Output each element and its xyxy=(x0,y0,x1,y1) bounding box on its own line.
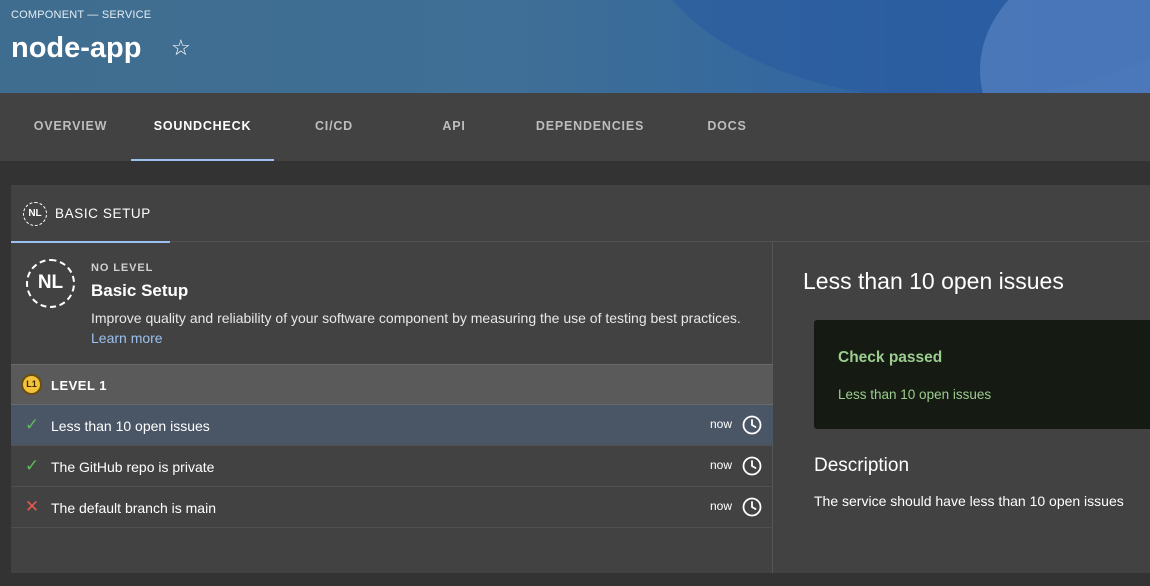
level-header-label: LEVEL 1 xyxy=(51,378,108,393)
track-tab-bar: NL BASIC SETUP xyxy=(11,185,1150,243)
tab-soundcheck[interactable]: SOUNDCHECK xyxy=(131,93,274,161)
check-label: The default branch is main xyxy=(51,500,216,516)
tab-api[interactable]: API xyxy=(394,93,514,161)
checks-panel: NL NO LEVEL Basic Setup Improve quality … xyxy=(11,242,773,573)
check-label: The GitHub repo is private xyxy=(51,459,215,475)
check-detail-title: Less than 10 open issues xyxy=(803,268,1064,294)
check-time: now xyxy=(710,458,733,472)
check-time: now xyxy=(710,499,733,513)
history-clock-icon[interactable] xyxy=(742,497,762,517)
check-icon: ✓ xyxy=(24,456,40,475)
track-description: Improve quality and reliability of your … xyxy=(91,310,741,326)
check-result-text: Less than 10 open issues xyxy=(838,387,992,402)
tab-cicd[interactable]: CI/CD xyxy=(274,93,394,161)
learn-more-link[interactable]: Learn more xyxy=(91,330,163,346)
check-row[interactable]: ✓ Less than 10 open issues now xyxy=(11,405,773,446)
tab-overview[interactable]: OVERVIEW xyxy=(11,93,130,161)
level-header[interactable]: L1 LEVEL 1 xyxy=(11,364,773,405)
check-result-box: Check passed Less than 10 open issues xyxy=(814,320,1150,429)
description-heading: Description xyxy=(814,455,910,476)
breadcrumb: COMPONENT — SERVICE xyxy=(11,9,152,21)
tab-dependencies[interactable]: DEPENDENCIES xyxy=(514,93,666,161)
check-label: Less than 10 open issues xyxy=(51,418,210,434)
page-header: COMPONENT — SERVICE node-app ☆ xyxy=(0,0,1150,93)
no-level-badge-icon: NL xyxy=(23,202,47,226)
star-outline-icon[interactable]: ☆ xyxy=(171,37,191,59)
track-title: Basic Setup xyxy=(91,281,189,300)
check-row[interactable]: ✕ The default branch is main now xyxy=(11,487,773,528)
track-tab-basic-setup[interactable]: NL BASIC SETUP xyxy=(11,185,170,243)
check-row[interactable]: ✓ The GitHub repo is private now xyxy=(11,446,773,487)
check-icon: ✓ xyxy=(24,415,40,434)
history-clock-icon[interactable] xyxy=(742,456,762,476)
no-level-badge-icon: NL xyxy=(26,259,75,308)
cross-icon: ✕ xyxy=(24,497,40,516)
tab-bar: OVERVIEW SOUNDCHECK CI/CD API DEPENDENCI… xyxy=(0,93,1150,161)
track-tab-label: BASIC SETUP xyxy=(55,206,151,221)
tab-docs[interactable]: DOCS xyxy=(666,93,788,161)
check-time: now xyxy=(710,417,733,431)
level-kicker: NO LEVEL xyxy=(91,262,154,274)
header-decoration xyxy=(980,0,1150,93)
history-clock-icon[interactable] xyxy=(742,415,762,435)
description-text: The service should have less than 10 ope… xyxy=(814,493,1124,509)
level-1-badge-icon: L1 xyxy=(21,374,42,395)
page-title: node-app xyxy=(11,32,142,64)
check-result-title: Check passed xyxy=(838,349,943,366)
